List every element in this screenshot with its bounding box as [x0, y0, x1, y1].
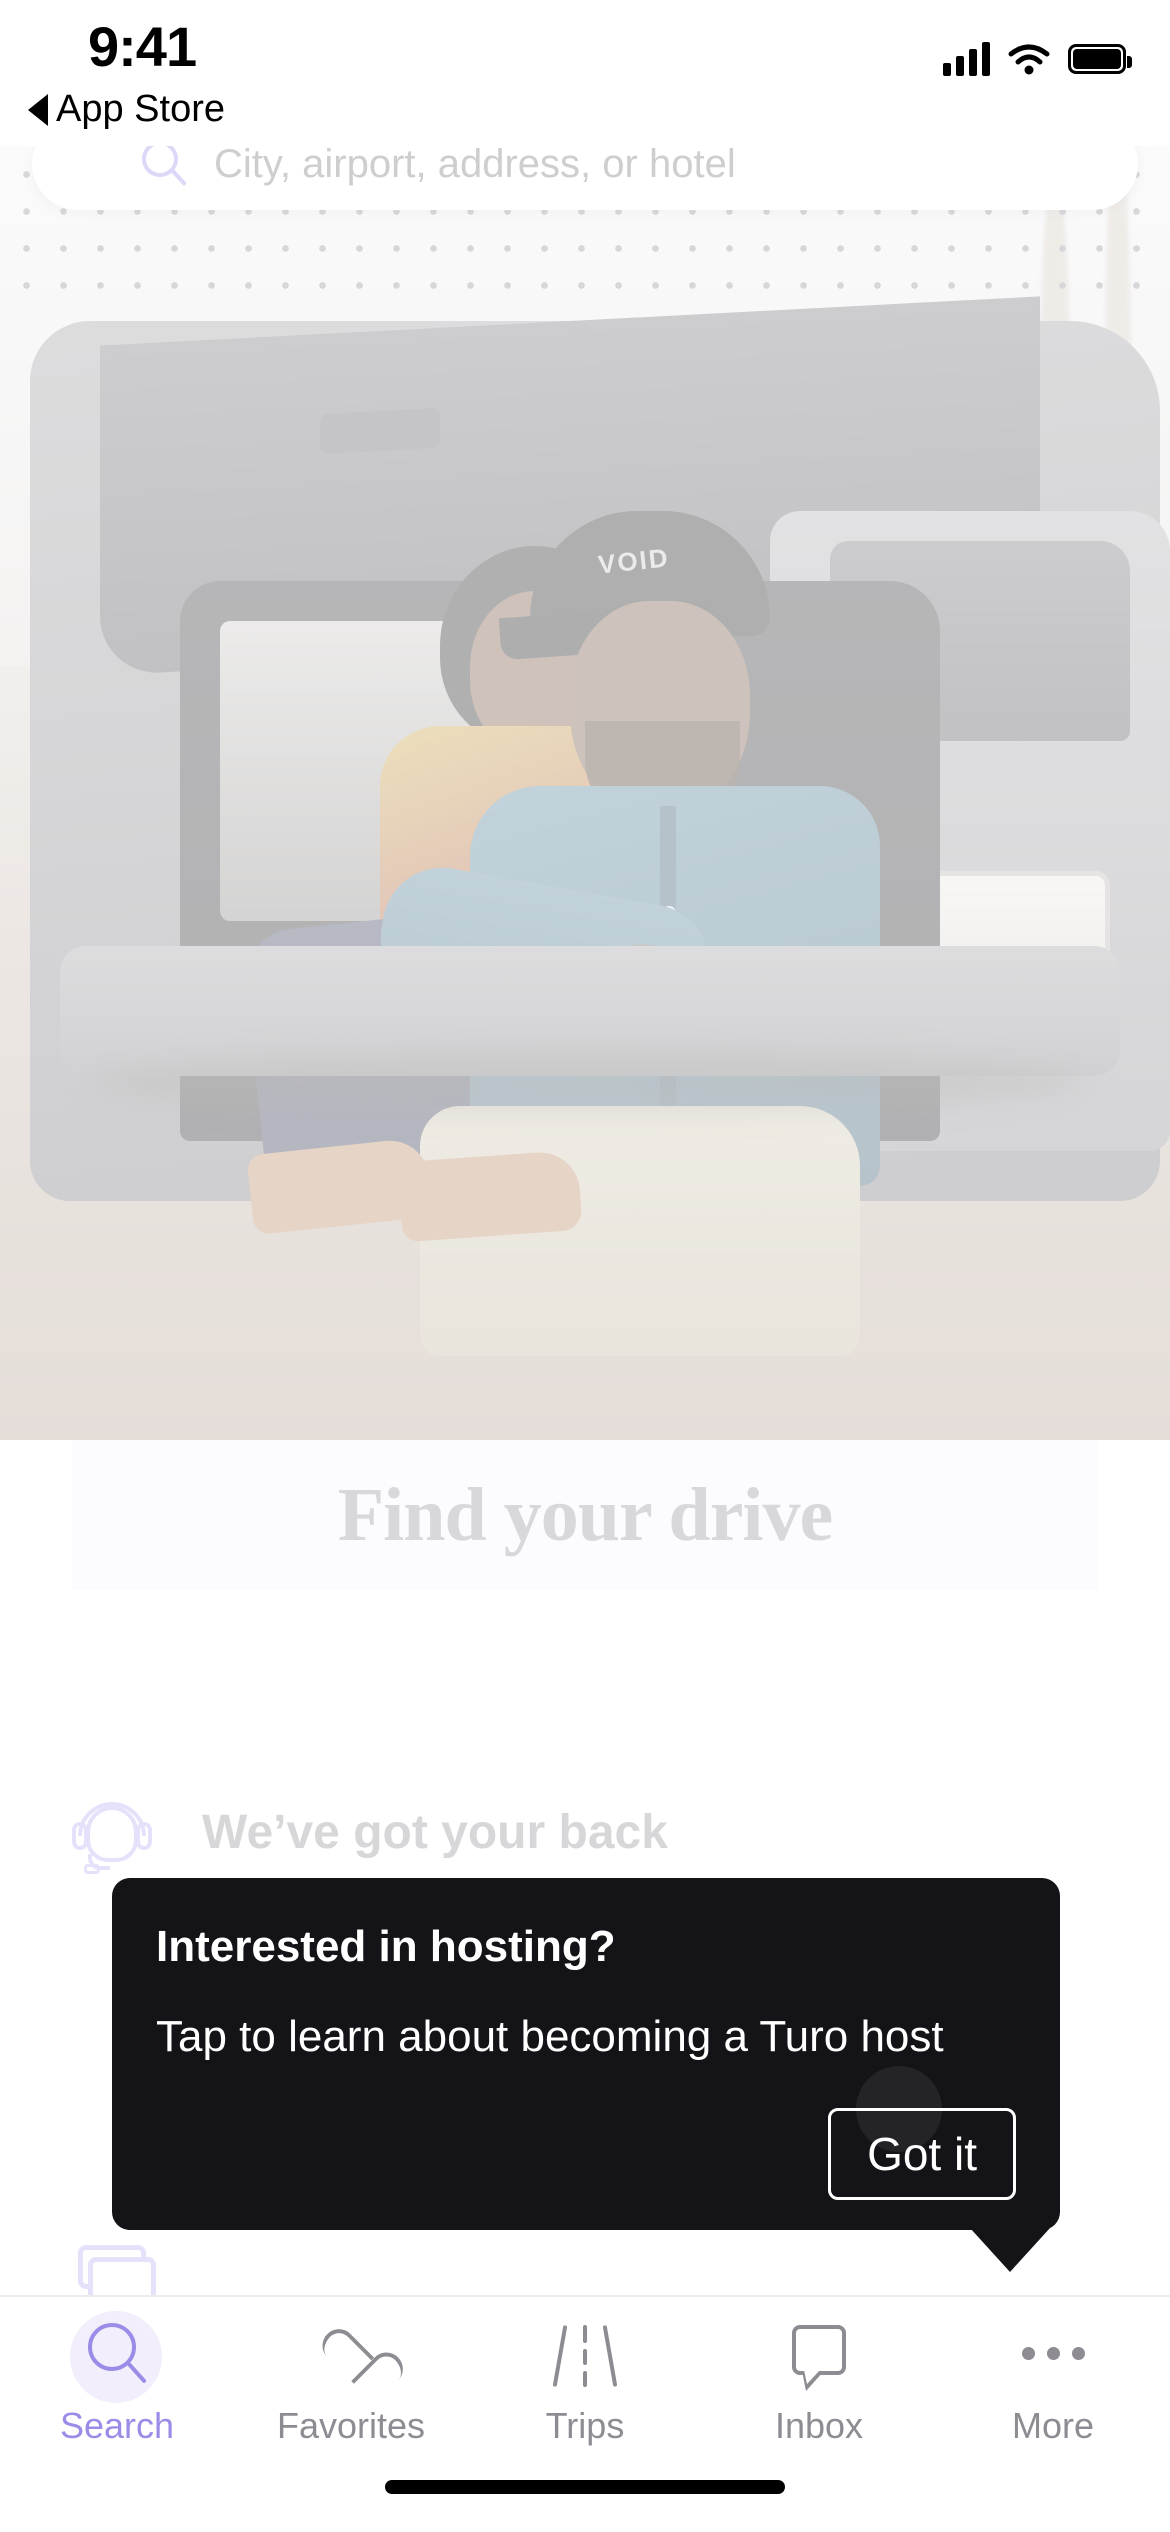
speech-bubble-icon [784, 2321, 854, 2391]
tab-label: More [1011, 2405, 1095, 2446]
tooltip-pointer-arrow [970, 2228, 1050, 2272]
road-icon [550, 2321, 620, 2391]
tap-highlight [856, 2066, 942, 2152]
tab-label: Favorites [276, 2405, 426, 2446]
status-time: 9:41 [88, 15, 197, 78]
back-to-app-store-button[interactable]: App Store [28, 88, 225, 131]
tab-label: Inbox [774, 2405, 864, 2446]
tab-more[interactable]: More [936, 2321, 1170, 2447]
cellular-signal-icon [943, 42, 990, 76]
status-bar: 9:41 App Store [0, 0, 1170, 146]
battery-full-icon [1068, 44, 1132, 74]
wifi-icon [1008, 44, 1050, 75]
back-label: App Store [56, 88, 225, 130]
tooltip-title: Interested in hosting? [156, 1922, 616, 1971]
tab-search[interactable]: Search [0, 2311, 234, 2447]
tab-label: Trips [545, 2405, 625, 2446]
status-indicators [943, 42, 1132, 76]
hosting-tooltip[interactable]: Interested in hosting? Tap to learn abou… [112, 1878, 1060, 2230]
tooltip-body: Tap to learn about becoming a Turo host [156, 2012, 944, 2061]
tab-favorites[interactable]: Favorites [234, 2321, 468, 2447]
tab-label: Search [59, 2405, 175, 2446]
home-indicator[interactable] [385, 2480, 785, 2494]
search-icon [70, 2311, 162, 2403]
heart-icon [316, 2321, 386, 2391]
ellipsis-icon [1018, 2321, 1088, 2391]
bottom-tab-bar: Search Favorites Trips Inbox More [0, 2295, 1170, 2532]
back-triangle-icon [28, 93, 48, 126]
tab-inbox[interactable]: Inbox [702, 2321, 936, 2447]
tab-trips[interactable]: Trips [468, 2321, 702, 2447]
